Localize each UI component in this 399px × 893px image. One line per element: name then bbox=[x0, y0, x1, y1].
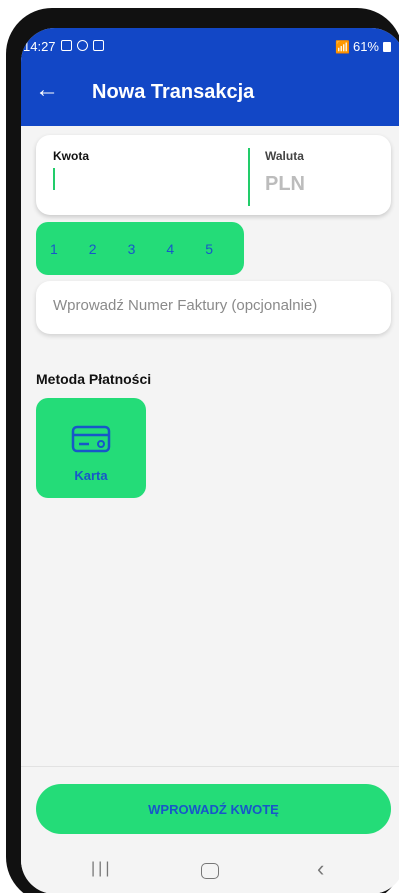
signal-icon: 📶 bbox=[335, 39, 350, 54]
currency-value[interactable]: PLN bbox=[265, 173, 305, 196]
status-time: 14:27 bbox=[23, 39, 56, 54]
number-pill-4[interactable]: 4 bbox=[166, 241, 205, 257]
system-nav-bar: ||| ‹ bbox=[21, 848, 399, 893]
invoice-field bbox=[36, 281, 391, 334]
enter-amount-button[interactable]: WPROWADŹ KWOTĘ bbox=[36, 784, 391, 834]
screen: 14:27 📶 61% ← Nowa Transakcja Kwota Walu… bbox=[21, 28, 399, 893]
number-pill-5[interactable]: 5 bbox=[205, 241, 244, 257]
number-pill-2[interactable]: 2 bbox=[89, 241, 128, 257]
credit-card-icon bbox=[71, 425, 111, 453]
home-icon[interactable] bbox=[201, 863, 219, 879]
status-bar: 14:27 📶 61% bbox=[21, 36, 399, 58]
message-notification-icon bbox=[93, 40, 104, 51]
amount-card: Kwota Waluta PLN bbox=[36, 135, 391, 215]
page-title: Nowa Transakcja bbox=[92, 81, 255, 103]
top-bar: 14:27 📶 61% ← Nowa Transakcja bbox=[21, 28, 399, 126]
invoice-number-input[interactable] bbox=[53, 297, 373, 314]
number-pill-3[interactable]: 3 bbox=[128, 241, 167, 257]
amount-label: Kwota bbox=[53, 149, 89, 163]
recent-apps-icon[interactable]: ||| bbox=[91, 860, 112, 878]
payment-method-label: Karta bbox=[74, 468, 108, 483]
battery-percent: 61% bbox=[352, 39, 379, 54]
currency-label: Waluta bbox=[265, 149, 304, 163]
phone-frame: 14:27 📶 61% ← Nowa Transakcja Kwota Walu… bbox=[6, 8, 399, 893]
battery-icon bbox=[383, 41, 391, 52]
gallery-notification-icon bbox=[61, 40, 72, 51]
quick-number-bar: 1 2 3 4 5 bbox=[36, 222, 244, 275]
amount-input-cursor[interactable] bbox=[53, 168, 55, 190]
payment-method-title: Metoda Płatności bbox=[36, 371, 152, 387]
card-divider bbox=[248, 148, 250, 206]
back-arrow-icon[interactable]: ← bbox=[35, 78, 59, 102]
app-notification-icon bbox=[77, 40, 88, 51]
status-right: 📶 61% bbox=[335, 39, 391, 54]
system-back-icon[interactable]: ‹ bbox=[317, 856, 324, 882]
bottom-divider bbox=[21, 766, 399, 767]
number-pill-1[interactable]: 1 bbox=[50, 241, 89, 257]
payment-method-card[interactable]: Karta bbox=[36, 398, 146, 498]
